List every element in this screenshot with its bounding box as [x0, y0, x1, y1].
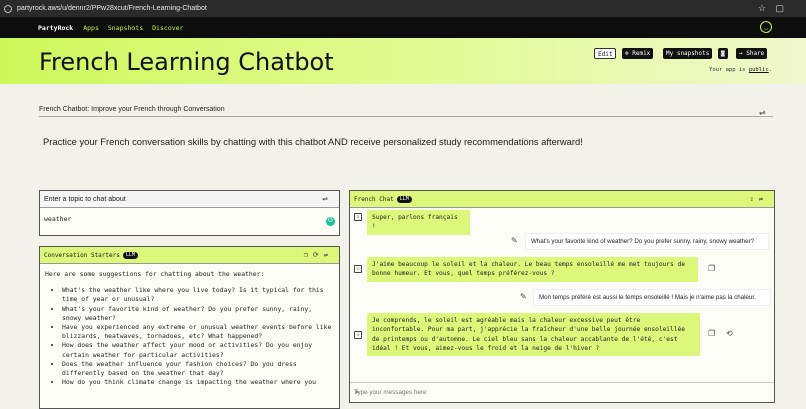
share-button[interactable]: → Share: [736, 48, 768, 59]
list-item: How does the weather affect your mood or…: [62, 341, 334, 359]
copy-icon[interactable]: ❐: [708, 264, 715, 273]
starters-content: Here are some suggestions for chatting a…: [40, 264, 339, 393]
chat-message-user: Mon temps préféré est aussi le temps ens…: [534, 290, 770, 306]
nav-link-snapshots[interactable]: Snapshots: [108, 24, 143, 32]
grammarly-icon[interactable]: G: [326, 217, 335, 226]
chat-title: French Chat: [354, 195, 394, 203]
starters-intro: Here are some suggestions for chatting a…: [45, 270, 265, 278]
llm-badge: LLM: [122, 251, 138, 259]
browser-url-bar[interactable]: partyrock.aws/u/dennr2/PPw28xcut/French-…: [0, 0, 806, 17]
list-item: What's the weather like where you live t…: [62, 286, 334, 304]
edit-message-icon[interactable]: ✎: [511, 236, 518, 245]
settings-sliders-icon[interactable]: ⇌: [322, 195, 333, 203]
page-title: French Learning Chatbot: [39, 48, 334, 76]
card-actions[interactable]: ⇪⇌: [750, 195, 768, 203]
share-label: Share: [746, 50, 765, 57]
refresh-icon[interactable]: ⟳: [313, 251, 324, 259]
public-suffix: .: [768, 67, 772, 73]
starters-card-header: Conversation Starters LLM ❐⟳⇌: [40, 247, 339, 264]
chat-card-header: French Chat LLM ⇪⇌: [350, 191, 774, 208]
edit-message-icon[interactable]: ✎: [520, 292, 527, 301]
chat-input[interactable]: Type your messages here ➤: [350, 382, 774, 402]
settings-sliders-icon[interactable]: ⇌: [324, 251, 333, 259]
bot-avatar-icon: ☺: [354, 265, 362, 273]
chat-message-bot: Super, parlons français !: [367, 210, 470, 235]
settings-sliders-icon[interactable]: ⇌: [759, 195, 768, 203]
camera-button[interactable]: ◙: [718, 48, 728, 59]
bot-avatar-icon: ☺: [354, 331, 362, 339]
brand-logo[interactable]: PartyRock: [38, 24, 73, 32]
chat-message-user: What's your favorite kind of weather? Do…: [526, 234, 768, 250]
remix-label: Remix: [632, 50, 651, 57]
remix-button[interactable]: ⊚ Remix: [622, 48, 654, 59]
send-icon[interactable]: ➤: [354, 389, 767, 396]
settings-sliders-icon[interactable]: ⇌: [759, 108, 766, 117]
chat-message-bot: J'aime beaucoup le soleil et la chaleur.…: [367, 257, 698, 282]
topic-card-header: Enter a topic to chat about ⇌: [40, 191, 339, 208]
list-item: How do you think climate change is impac…: [62, 378, 334, 387]
app-description: Practice your French conversation skills…: [43, 136, 583, 147]
public-status: Your app is public.: [709, 67, 772, 73]
list-item: Does the weather influence your fashion …: [62, 360, 334, 378]
starters-title: Conversation Starters: [44, 251, 120, 259]
card-actions[interactable]: ❐⟳⇌: [304, 251, 333, 259]
bot-avatar-icon: ☺: [354, 213, 362, 221]
nav-link-discover[interactable]: Discover: [152, 24, 183, 32]
top-nav: PartyRock Apps Snapshots Discover ‿: [0, 17, 806, 38]
copy-icon[interactable]: ❐: [708, 329, 715, 338]
public-link[interactable]: public: [749, 67, 769, 73]
export-icon[interactable]: ⇪: [750, 195, 759, 203]
llm-badge: LLM: [396, 195, 412, 203]
list-item: Have you experienced any extreme or unus…: [62, 323, 334, 341]
topic-label: Enter a topic to chat about: [44, 195, 126, 203]
chat-message-bot: Je comprends, le soleil est agréable mai…: [367, 313, 700, 357]
copy-icon[interactable]: ❐: [304, 251, 313, 259]
star-icon[interactable]: ☆: [758, 3, 766, 13]
topic-input[interactable]: weather: [44, 215, 71, 223]
edit-button[interactable]: Edit: [594, 48, 617, 59]
app-subtitle: French Chatbot: Improve your French thro…: [39, 106, 773, 117]
topic-card: Enter a topic to chat about ⇌ weather G: [39, 190, 340, 236]
starters-card: Conversation Starters LLM ❐⟳⇌ Here are s…: [39, 246, 340, 409]
site-info-icon[interactable]: [4, 4, 12, 13]
my-snapshots-button[interactable]: My snapshots: [663, 48, 713, 59]
user-avatar-icon[interactable]: ‿: [760, 21, 772, 33]
starters-list: What's the weather like where you live t…: [45, 286, 334, 387]
public-prefix: Your app is: [709, 67, 749, 73]
list-item: What's your favorite kind of weather? Do…: [62, 305, 334, 323]
url-text[interactable]: partyrock.aws/u/dennr2/PPw28xcut/French-…: [17, 5, 207, 12]
app-header: French Learning Chatbot Edit ⊚ Remix My …: [0, 38, 806, 84]
camera-icon: ◙: [721, 50, 725, 57]
refresh-icon[interactable]: ⟲: [726, 329, 733, 338]
nav-link-apps[interactable]: Apps: [83, 24, 99, 32]
extensions-icon[interactable]: ▢: [775, 3, 784, 13]
